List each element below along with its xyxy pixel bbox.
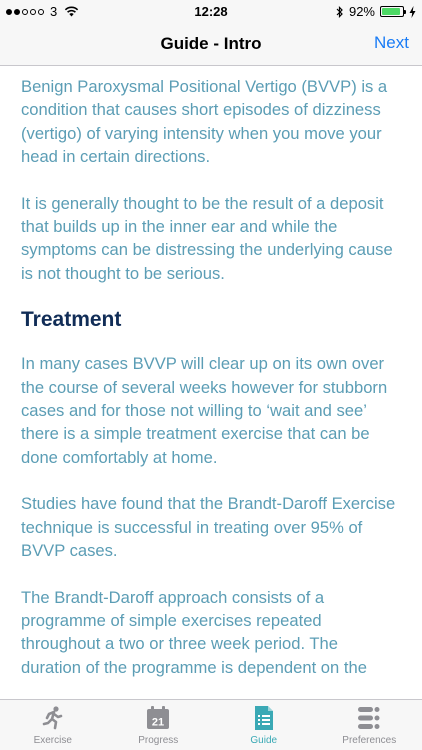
calendar-icon: 21	[147, 706, 170, 729]
status-right: 92%	[336, 4, 416, 19]
tab-label: Exercise	[33, 735, 72, 746]
settings-list-icon	[358, 707, 380, 729]
intro-paragraph: Benign Paroxysmal Positional Vertigo (BV…	[21, 77, 388, 167]
battery-icon	[380, 6, 406, 17]
charging-icon	[409, 5, 416, 18]
battery-level	[382, 8, 401, 15]
tab-label: Preferences	[342, 735, 397, 746]
treatment-paragraph: In many cases BVVP will clear up on its …	[21, 354, 388, 467]
tab-label: Guide	[250, 735, 278, 746]
runner-icon	[42, 706, 63, 730]
tab-exercise[interactable]: Exercise	[0, 700, 106, 750]
treatment-paragraph: Studies have found that the Brandt-Darof…	[21, 494, 396, 561]
guide-content[interactable]: Benign Paroxysmal Positional Vertigo (BV…	[0, 67, 422, 699]
tab-progress[interactable]: 21 Progress	[106, 700, 212, 750]
intro-paragraph: It is generally thought to be the result…	[21, 193, 393, 283]
battery-percentage: 92%	[348, 4, 375, 19]
navigation-bar: Guide - Intro Next	[0, 22, 422, 66]
tab-preferences[interactable]: Preferences	[317, 700, 422, 750]
svg-text:21: 21	[152, 717, 164, 729]
next-button[interactable]: Next	[374, 33, 409, 53]
status-bar: 3 12:28 92%	[0, 0, 422, 22]
section-heading: Treatment	[21, 308, 122, 332]
page-title: Guide - Intro	[160, 34, 262, 53]
treatment-paragraph: The Brandt-Daroff approach consists of a…	[21, 587, 367, 677]
document-icon	[254, 706, 273, 730]
tab-bar: Exercise 21 Progress Guide Preferences	[0, 699, 422, 750]
tab-guide[interactable]: Guide	[211, 700, 317, 750]
tab-label: Progress	[138, 735, 179, 746]
bluetooth-icon	[336, 5, 343, 18]
